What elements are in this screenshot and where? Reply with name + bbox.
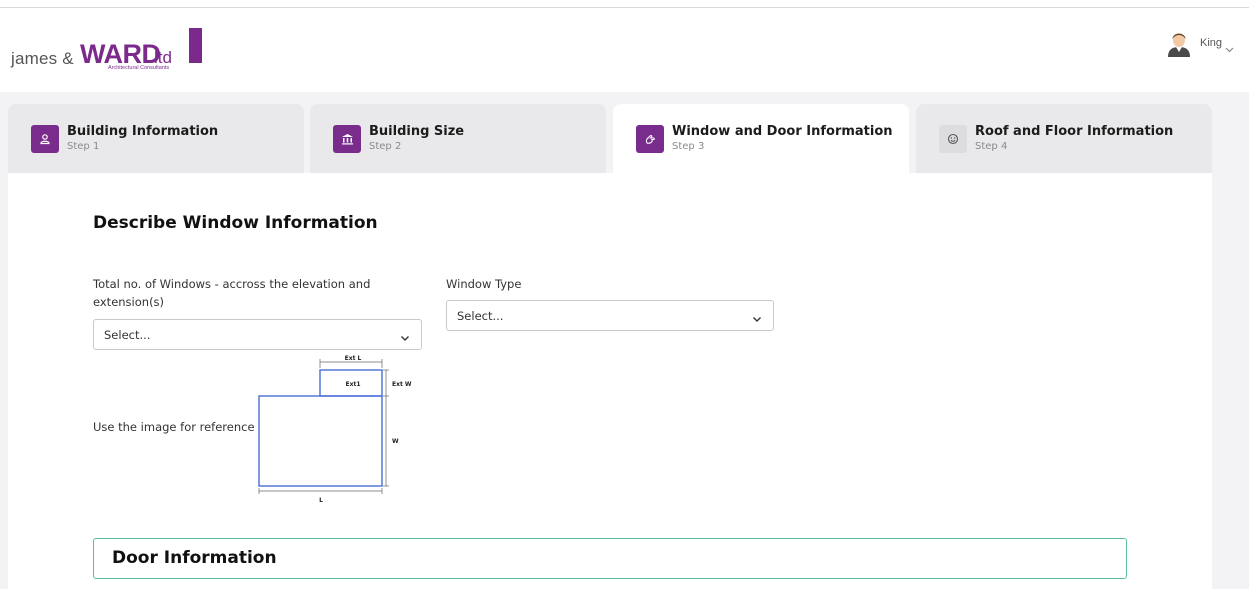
user-name: King — [1200, 37, 1223, 49]
tab-title: Building Size — [369, 124, 465, 139]
logo-james-text: james & — [11, 49, 74, 68]
door-section-title: Door Information — [112, 548, 277, 568]
tab-title: Roof and Floor Information — [975, 124, 1174, 139]
hand-icon — [636, 125, 664, 153]
total-windows-value: Select... — [104, 327, 151, 342]
tab-step: Step 2 — [369, 141, 402, 152]
total-windows-label: Total no. of Windows - accross the eleva… — [93, 277, 371, 309]
diagram-w-label: W — [392, 438, 399, 445]
tab-window-door-information[interactable]: Window and Door Information Step 3 — [613, 104, 909, 174]
chevron-down-icon — [399, 329, 411, 341]
smiley-icon — [939, 125, 967, 153]
diagram-l-label: L — [319, 497, 323, 504]
chevron-down-icon — [1225, 39, 1234, 52]
company-logo[interactable]: james & WARD ltd Architectural Consultan… — [10, 28, 210, 78]
logo-bar — [189, 28, 202, 63]
building-reference-diagram: Ext L Ext1 Ext W W L — [258, 355, 412, 504]
tab-roof-floor-information[interactable]: Roof and Floor Information Step 4 — [916, 104, 1212, 174]
tab-title: Window and Door Information — [672, 124, 893, 139]
window-type-label: Window Type — [446, 277, 522, 291]
tab-building-size[interactable]: Building Size Step 2 — [310, 104, 606, 174]
diagram-ext-w-label: Ext W — [392, 381, 412, 388]
total-windows-select[interactable]: Select... — [93, 319, 422, 350]
person-icon — [31, 125, 59, 153]
chevron-down-icon — [751, 310, 763, 322]
app-header: james & WARD ltd Architectural Consultan… — [0, 8, 1249, 92]
diagram-ext1-label: Ext1 — [345, 381, 360, 388]
tab-step: Step 1 — [67, 141, 100, 152]
tab-step: Step 4 — [975, 141, 1008, 152]
building-icon — [333, 125, 361, 153]
step-tabs: Building Information Step 1 Building Siz… — [8, 104, 1212, 174]
tab-title: Building Information — [67, 124, 219, 139]
user-menu[interactable]: King — [1166, 28, 1234, 58]
tab-building-information[interactable]: Building Information Step 1 — [8, 104, 304, 174]
window-type-value: Select... — [457, 308, 504, 323]
form-card — [8, 173, 1212, 589]
user-avatar-icon — [1166, 29, 1192, 57]
reference-label: Use the image for reference — [93, 420, 255, 434]
window-section-title: Describe Window Information — [93, 213, 378, 233]
diagram-ext-l-label: Ext L — [345, 355, 362, 362]
window-type-select[interactable]: Select... — [446, 300, 774, 331]
logo-subtitle: Architectural Consultants — [108, 65, 170, 71]
browser-top-strip — [0, 0, 1249, 8]
door-information-section[interactable]: Door Information — [93, 538, 1127, 579]
tab-step: Step 3 — [672, 141, 705, 152]
